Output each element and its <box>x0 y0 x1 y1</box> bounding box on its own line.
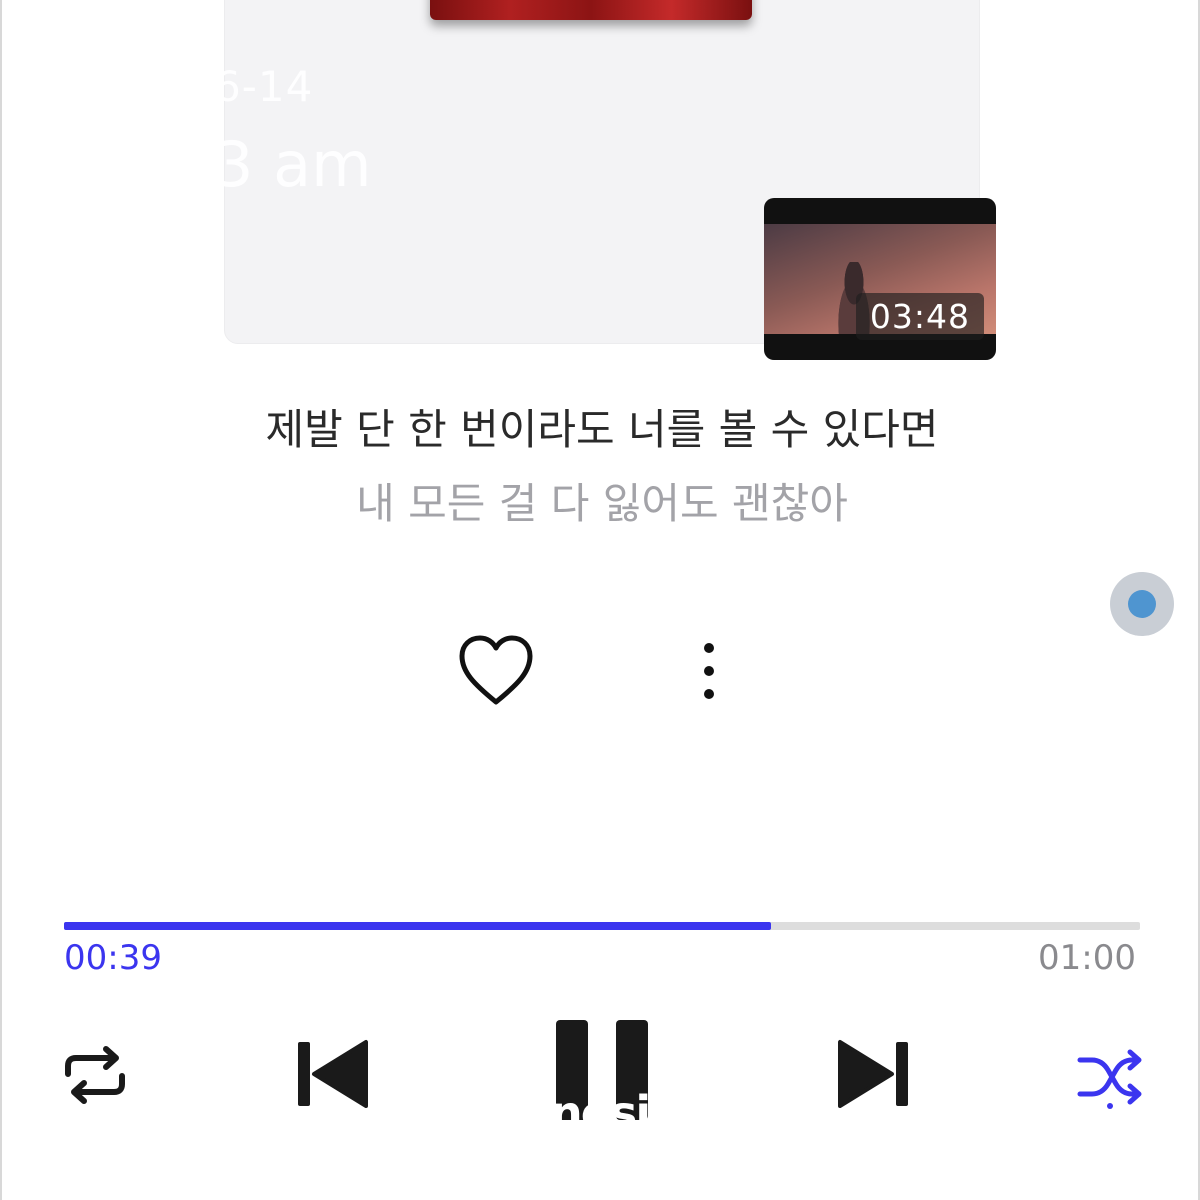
pause-caption-text: nesi <box>550 1086 651 1140</box>
heart-icon <box>459 635 533 705</box>
progress-bar[interactable] <box>64 922 1140 930</box>
lyric-next-line: 내 모든 걸 다 잃어도 괜찮아 <box>356 479 848 528</box>
elapsed-time: 00:39 <box>64 938 162 978</box>
skip-previous-icon <box>298 1040 368 1108</box>
date-overlay: 6-14 <box>214 62 314 111</box>
time-overlay: 3 am <box>214 128 372 201</box>
video-duration-badge: 03:48 <box>855 293 984 340</box>
progress-fill <box>64 922 771 930</box>
repeat-button[interactable] <box>60 1044 130 1106</box>
shuffle-icon <box>1077 1049 1142 1109</box>
more-options-button[interactable] <box>692 636 726 706</box>
repeat-icon <box>65 1046 125 1104</box>
music-player-screen: 6-14 3 am 03:48 제발 단 한 번이라도 너를 볼 수 있다면 내… <box>0 0 1200 1200</box>
album-art <box>430 0 752 20</box>
total-time: 01:00 <box>1038 938 1136 978</box>
floating-assistive-button[interactable] <box>1110 572 1174 636</box>
next-button[interactable] <box>832 1036 912 1112</box>
previous-button[interactable] <box>294 1036 374 1112</box>
more-vertical-icon <box>704 643 714 699</box>
skip-next-icon <box>838 1040 908 1108</box>
lyric-current-line: 제발 단 한 번이라도 너를 볼 수 있다면 <box>265 405 939 454</box>
like-button[interactable] <box>454 630 538 710</box>
video-thumbnail[interactable]: 03:48 <box>764 198 996 360</box>
shuffle-button[interactable] <box>1074 1044 1146 1110</box>
